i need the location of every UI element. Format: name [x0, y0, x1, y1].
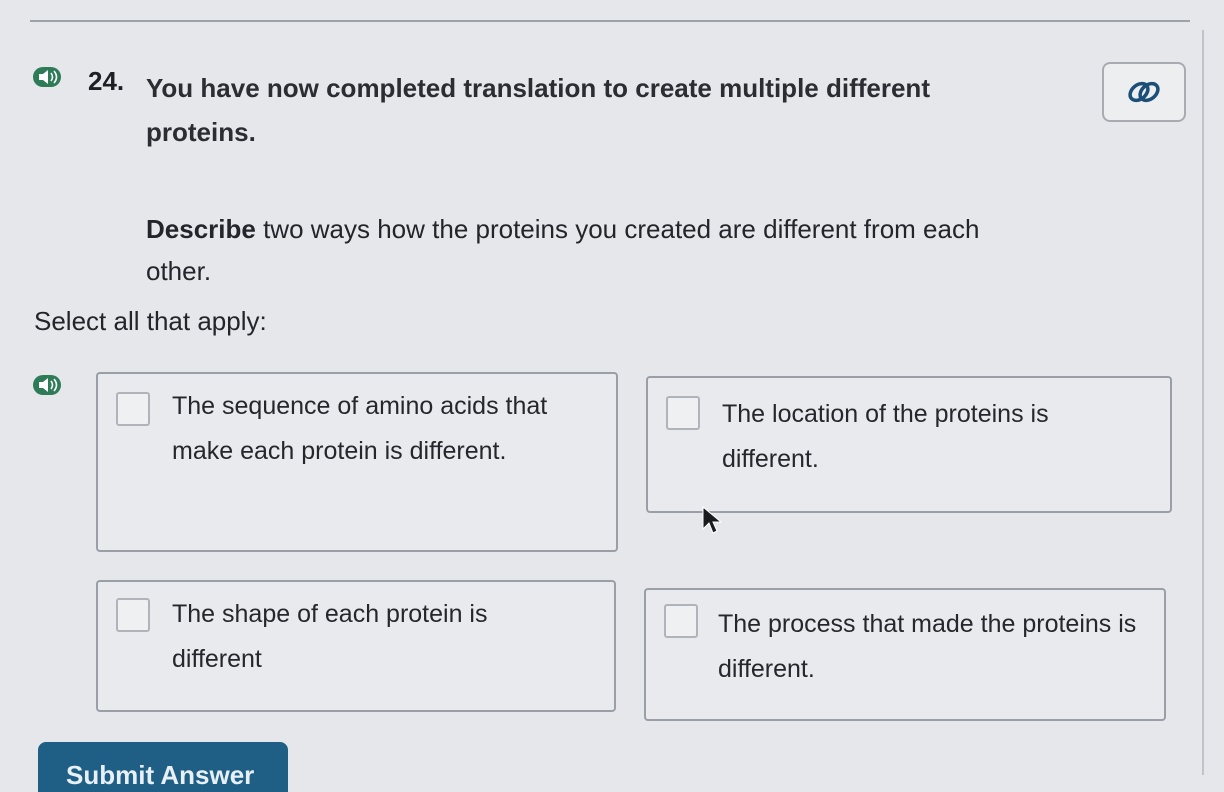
question-read-aloud-button[interactable] — [32, 66, 62, 88]
option-checkbox[interactable] — [666, 396, 700, 430]
link-button[interactable] — [1102, 62, 1186, 122]
option-label: The sequence of amino acids that make ea… — [172, 392, 548, 465]
question-number: 24. — [88, 66, 125, 96]
option-checkbox[interactable] — [116, 392, 150, 426]
option-checkbox[interactable] — [664, 604, 698, 638]
mouse-pointer-icon — [700, 505, 723, 540]
speaker-icon — [33, 375, 61, 395]
option-label: The process that made the proteins is di… — [718, 610, 1137, 683]
answer-option-1[interactable]: The sequence of amino acids that make ea… — [96, 372, 618, 552]
right-divider — [1202, 30, 1204, 775]
description-text: two ways how the proteins you created ar… — [146, 214, 980, 286]
options-read-aloud-button[interactable] — [32, 374, 62, 396]
question-description: Describe two ways how the proteins you c… — [146, 208, 1046, 292]
option-label: The shape of each protein is different — [172, 600, 488, 673]
bottom-status-strip — [300, 769, 820, 775]
answer-option-3[interactable]: The shape of each protein is different — [96, 580, 616, 712]
question-text: You have now completed translation to cr… — [146, 73, 930, 147]
answer-option-2[interactable]: The location of the proteins is differen… — [646, 376, 1172, 513]
option-label: The location of the proteins is differen… — [722, 400, 1049, 473]
top-divider — [30, 20, 1190, 22]
description-emphasis: Describe — [146, 214, 256, 244]
option-checkbox[interactable] — [116, 598, 150, 632]
submit-answer-button[interactable]: Submit Answer — [38, 742, 288, 792]
instruction-text: Select all that apply: — [34, 306, 267, 336]
answer-option-4[interactable]: The process that made the proteins is di… — [644, 588, 1166, 721]
link-icon — [1128, 81, 1160, 103]
speaker-icon — [33, 67, 61, 87]
